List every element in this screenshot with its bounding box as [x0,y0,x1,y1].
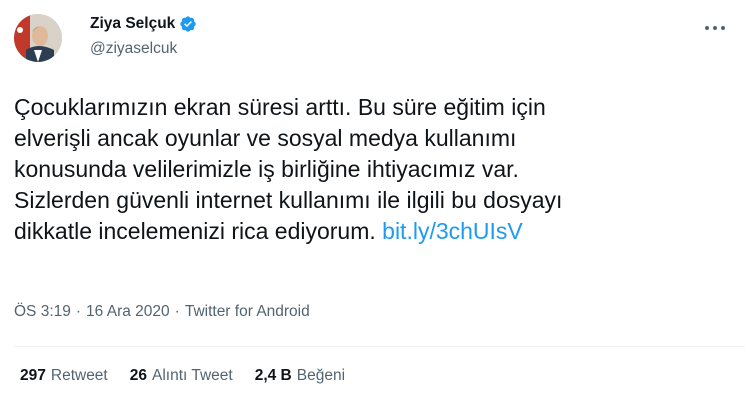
tweet-time[interactable]: ÖS 3:19 [14,303,71,321]
divider [14,346,745,347]
quote-tweet-count: 26 [129,367,147,384]
like-label: Beğeni [296,367,346,384]
more-options-icon[interactable] [703,18,727,38]
author-display-name[interactable]: Ziya Selçuk [90,15,175,33]
tweet-stats: 297 Retweet 26 Alıntı Tweet 2,4 B Beğeni [20,367,345,385]
retweet-count: 297 [20,367,46,384]
meta-separator: · [174,303,180,320]
like-count: 2,4 B [254,367,292,384]
quote-tweet-stat[interactable]: 26 Alıntı Tweet [130,367,233,385]
author-name-row[interactable]: Ziya Selçuk [90,15,197,33]
tweet-date[interactable]: 16 Ara 2020 [86,303,170,321]
like-stat[interactable]: 2,4 B Beğeni [255,367,345,385]
quote-tweet-label: Alıntı Tweet [152,367,233,384]
verified-badge-icon [180,16,196,32]
author-handle[interactable]: @ziyaselcuk [90,40,177,58]
retweet-label: Retweet [50,367,108,384]
tweet-meta: ÖS 3:19 · 16 Ara 2020 · Twitter for Andr… [14,303,310,321]
tweet-link[interactable]: bit.ly/3chUIsV [382,218,523,244]
retweet-stat[interactable]: 297 Retweet [20,367,108,385]
avatar-photo [14,14,62,62]
tweet-text: Çocuklarımızın ekran süresi arttı. Bu sü… [14,92,734,247]
meta-separator: · [75,303,82,320]
tweet-source[interactable]: Twitter for Android [185,303,310,321]
user-avatar[interactable] [14,14,62,62]
